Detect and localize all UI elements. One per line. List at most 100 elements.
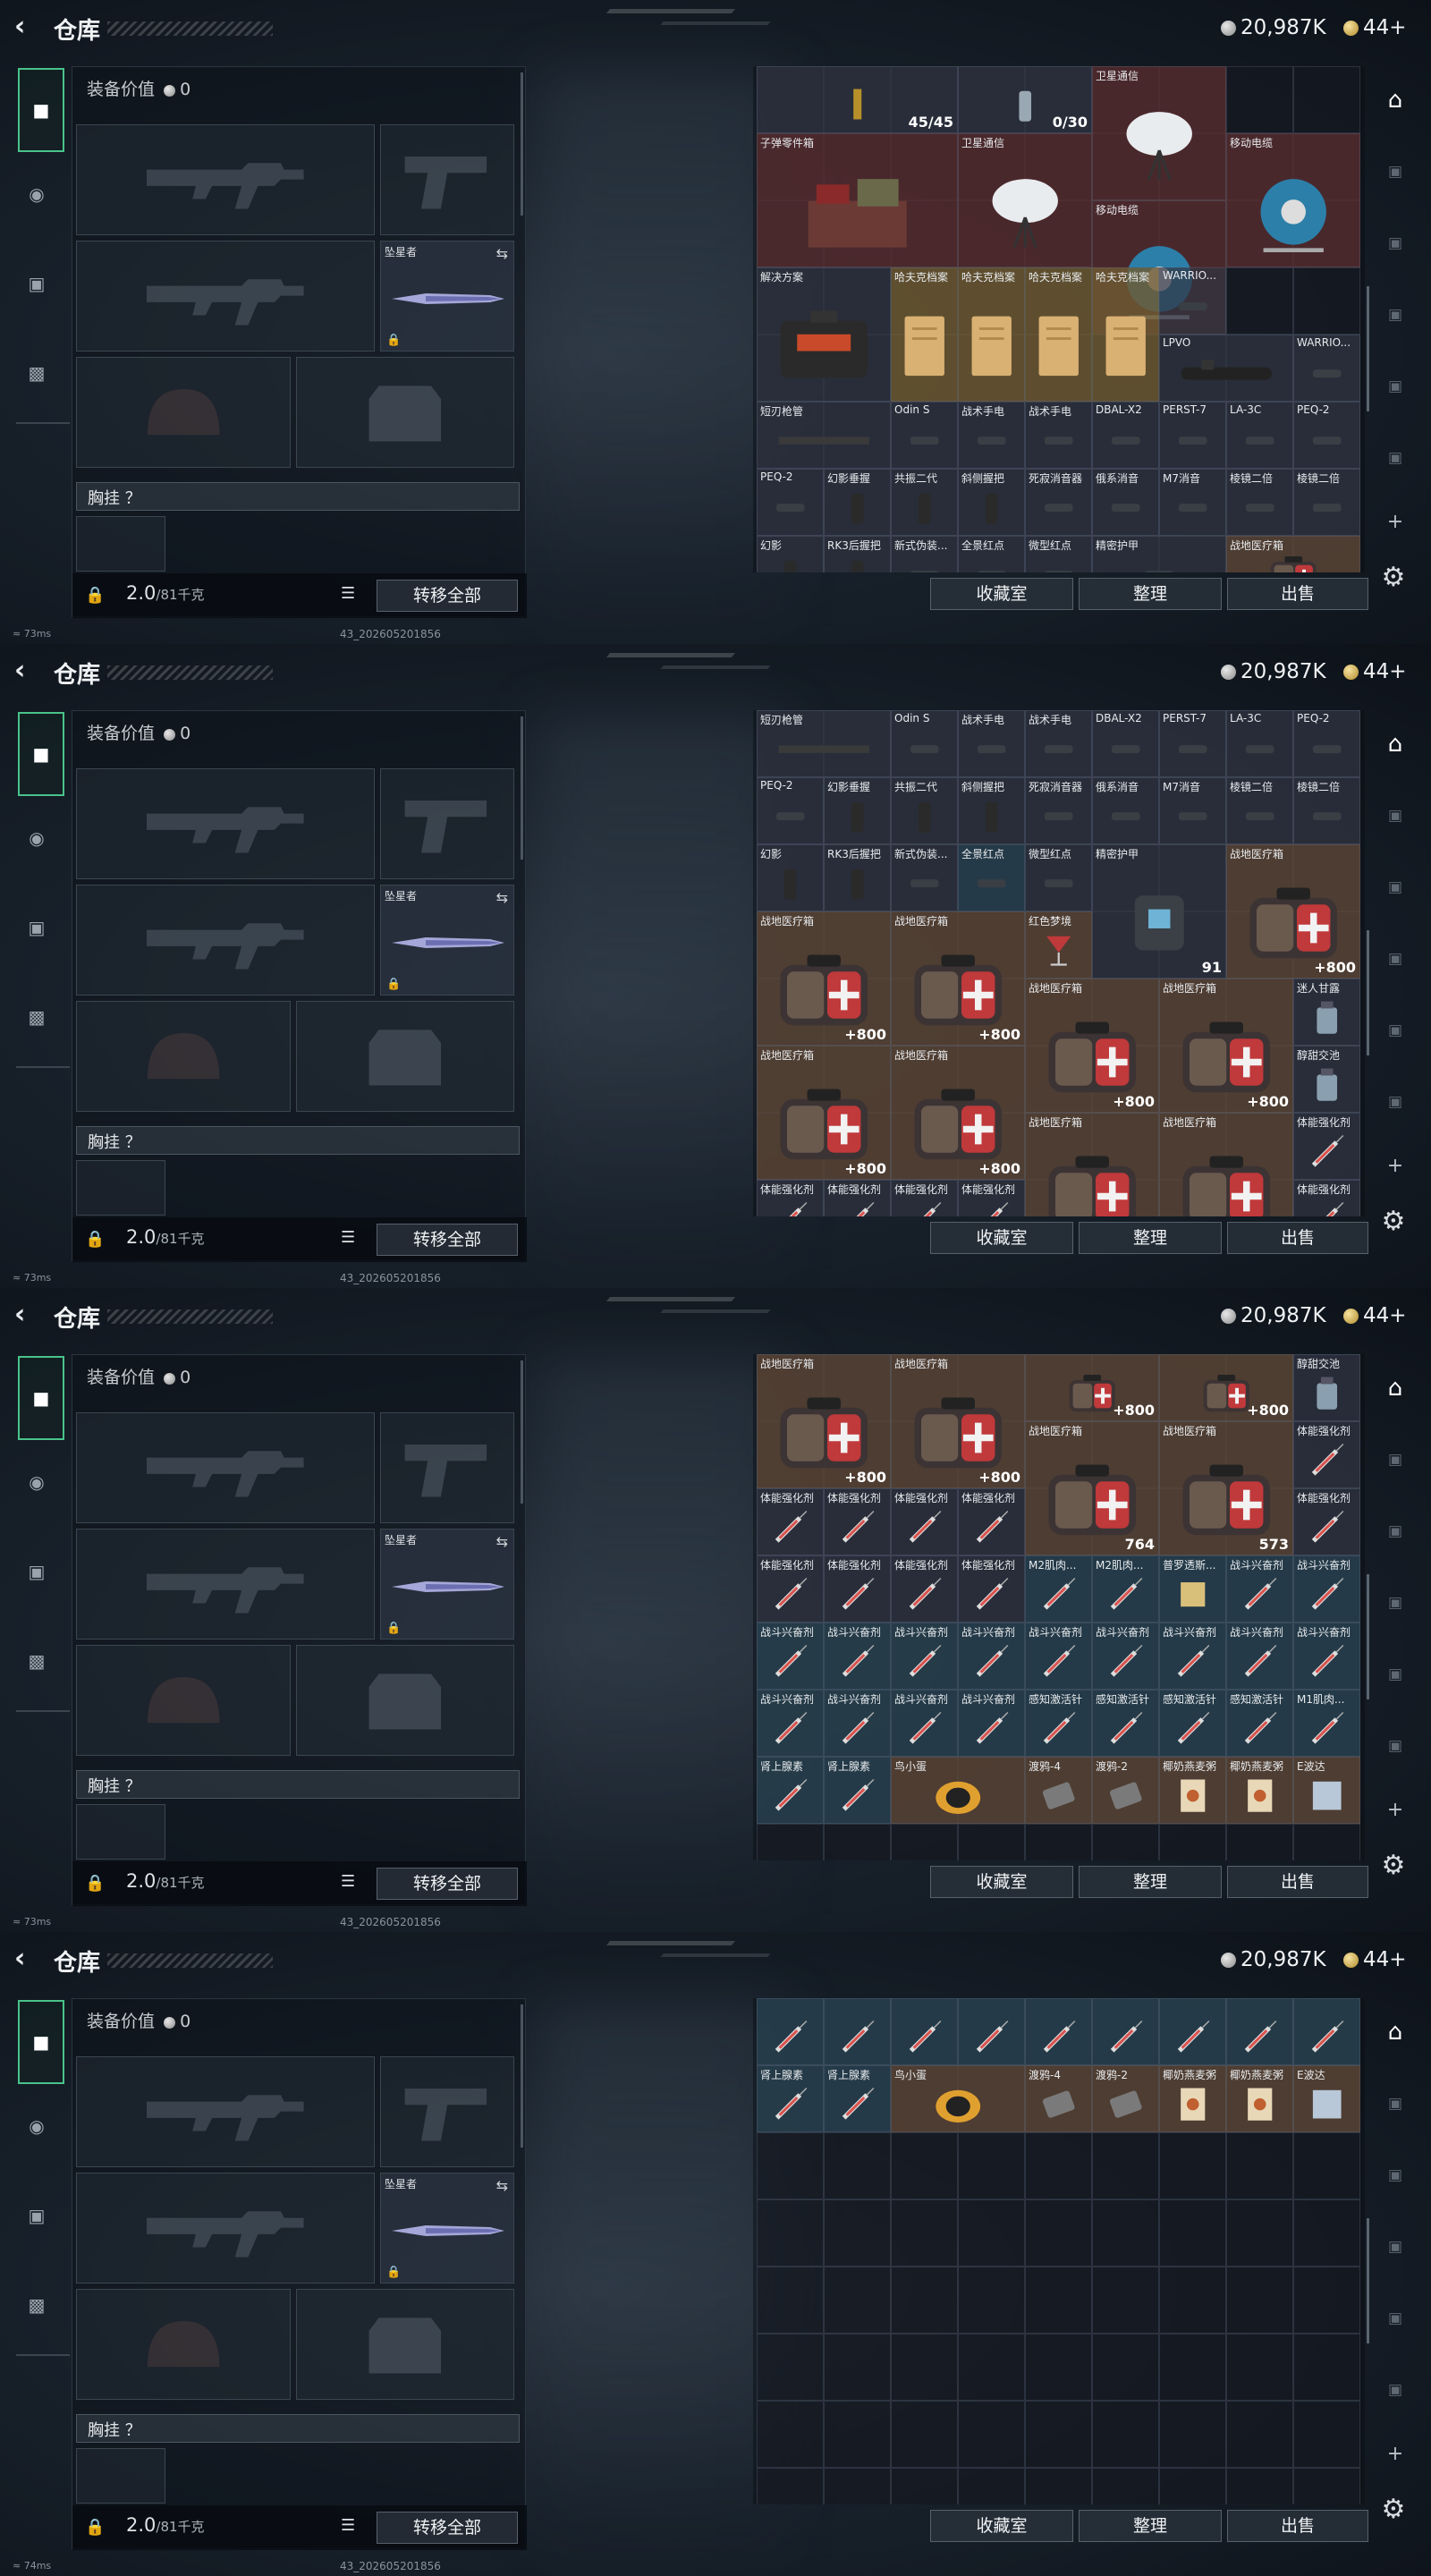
lock-icon[interactable]: 🔒 [85,2518,105,2537]
storage-item[interactable]: 体能强化剂 [891,1488,958,1555]
storage-item[interactable]: 战地医疗箱 764 [1025,1421,1159,1555]
sell-button[interactable]: 出售 [1227,1222,1368,1254]
sort-button[interactable]: 整理 [1079,2510,1222,2542]
storage-item[interactable]: 斜侧握把 [958,469,1025,536]
empty-grid-cell[interactable] [891,2132,958,2199]
storage-page-icon[interactable]: ▣ [1377,1728,1413,1764]
collection-room-button[interactable]: 收藏室 [930,1866,1073,1898]
list-icon[interactable]: ☰ [341,584,355,603]
storage-scrollbar[interactable] [1367,1574,1369,1699]
scrollbar[interactable] [521,716,523,860]
storage-page-icon[interactable]: ▣ [1377,2372,1413,2408]
empty-grid-cell[interactable] [757,2132,824,2199]
storage-item[interactable]: 肾上腺素 [824,1757,891,1824]
empty-grid-cell[interactable] [757,2401,824,2468]
lock-icon[interactable]: 🔒 [85,586,105,605]
gun-icon[interactable]: ■ [18,1356,64,1440]
gold-balance[interactable]: 44+ [1343,660,1407,683]
collection-room-button[interactable]: 收藏室 [930,1222,1073,1254]
storage-item[interactable]: WARRIO... [1159,267,1226,335]
briefcase-icon[interactable]: ▩ [18,998,55,1036]
storage-item[interactable]: 体能强化剂 [757,1555,824,1623]
empty-grid-cell[interactable] [1092,2132,1159,2199]
storage-item[interactable]: 战地医疗箱 +800 [1226,844,1360,979]
chest-rig-slot[interactable] [76,1160,165,1216]
chest-rig-header[interactable]: 胸挂 ？ [76,2414,520,2443]
storage-item[interactable]: 椰奶燕麦粥 [1226,1757,1293,1824]
secondary-weapon-slot[interactable] [76,241,375,352]
storage-item[interactable]: 战斗兴奋剂 [824,1690,891,1757]
storage-item[interactable]: 椰奶燕麦粥 [1159,2065,1226,2132]
storage-item[interactable]: M2肌肉... [1092,1555,1159,1623]
storage-item[interactable]: 鸟小蛋 [891,1757,1025,1824]
empty-grid-cell[interactable] [1025,2132,1092,2199]
storage-item[interactable]: 俄系消音 [1092,469,1159,536]
storage-item[interactable]: 战术手电 [958,402,1025,469]
backpack-icon[interactable]: ▣ [18,909,55,946]
storage-item[interactable]: 棱镜二倍 [1226,469,1293,536]
melee-slot[interactable]: 坠星者 ⇆ 🔒 [380,1529,514,1640]
back-icon[interactable]: ‹ [14,1301,41,1329]
storage-item[interactable]: LA-3C [1226,402,1293,469]
backpack-icon[interactable]: ▣ [18,1553,55,1590]
empty-grid-cell[interactable] [1226,2199,1293,2267]
storage-page-icon[interactable]: ▣ [1377,297,1413,333]
empty-grid-cell[interactable] [757,1824,824,1860]
empty-grid-cell[interactable] [1159,2199,1226,2267]
scrollbar[interactable] [521,1360,523,1504]
armor-slot[interactable] [296,1001,514,1112]
empty-grid-cell[interactable] [1293,2267,1360,2334]
list-icon[interactable]: ☰ [341,2516,355,2535]
briefcase-icon[interactable]: ▩ [18,2286,55,2324]
secondary-weapon-slot[interactable] [76,885,375,996]
storage-item[interactable]: DBAL-X2 [1092,710,1159,777]
storage-item[interactable]: 体能强化剂 [1293,1488,1360,1555]
storage-item[interactable]: 卫星通信 [958,133,1092,267]
storage-item[interactable]: 迷人甘露 [1293,979,1360,1046]
storage-item[interactable]: LA-3C [1226,710,1293,777]
empty-grid-cell[interactable] [1159,2267,1226,2334]
empty-grid-cell[interactable] [1025,2334,1092,2401]
empty-grid-cell[interactable] [824,2334,891,2401]
storage-item[interactable]: 战地医疗箱 +800 [757,1046,891,1180]
collection-room-button[interactable]: 收藏室 [930,578,1073,610]
storage-item[interactable]: 战术手电 [1025,710,1092,777]
storage-item[interactable]: 体能强化剂 [824,1488,891,1555]
storage-item[interactable]: PEQ-2 [757,469,824,536]
chest-rig-header[interactable]: 胸挂 ？ [76,1126,520,1155]
empty-grid-cell[interactable] [1092,1824,1159,1860]
gold-balance[interactable]: 44+ [1343,16,1407,39]
storage-page-icon[interactable]: ▣ [1377,440,1413,476]
empty-grid-cell[interactable] [824,1824,891,1860]
pistol-slot[interactable] [380,1412,514,1523]
empty-grid-cell[interactable] [891,2401,958,2468]
empty-grid-cell[interactable] [958,2468,1025,2504]
lock-icon[interactable]: 🔒 [85,1230,105,1249]
add-icon[interactable]: + [1377,1792,1413,1828]
storage-scrollbar[interactable] [1367,930,1369,1055]
storage-item[interactable]: 移动电缆 [1226,133,1360,267]
empty-grid-cell[interactable] [1293,2401,1360,2468]
secondary-weapon-slot[interactable] [76,1529,375,1640]
pistol-slot[interactable] [380,2056,514,2167]
empty-grid-cell[interactable] [1226,66,1293,133]
list-icon[interactable]: ☰ [341,1228,355,1247]
storage-item[interactable]: RK3后握把 [824,844,891,911]
empty-grid-cell[interactable] [1159,2401,1226,2468]
storage-item[interactable]: 战斗兴奋剂 [1293,1555,1360,1623]
chest-rig-slot[interactable] [76,1804,165,1860]
storage-item[interactable]: 战斗兴奋剂 [1293,1623,1360,1690]
melee-slot[interactable]: 坠星者 ⇆ 🔒 [380,241,514,352]
empty-grid-cell[interactable] [958,2267,1025,2334]
storage-item[interactable] [1159,1998,1226,2065]
storage-item[interactable]: Odin S [891,402,958,469]
empty-grid-cell[interactable] [1025,2267,1092,2334]
storage-item[interactable]: 战斗兴奋剂 [1226,1623,1293,1690]
storage-item[interactable]: 醇甜交池 [1293,1354,1360,1421]
storage-item[interactable]: 体能强化剂 [757,1180,824,1216]
empty-grid-cell[interactable] [1092,2199,1159,2267]
storage-page-icon[interactable]: ▣ [1377,1084,1413,1120]
empty-grid-cell[interactable] [824,2468,891,2504]
storage-item[interactable]: 战斗兴奋剂 [1159,1623,1226,1690]
empty-grid-cell[interactable] [1025,2468,1092,2504]
